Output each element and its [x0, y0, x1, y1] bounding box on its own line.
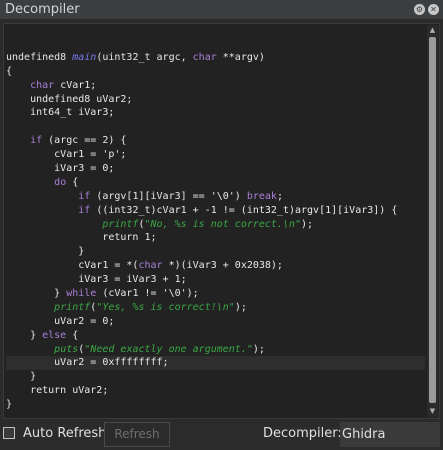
code-token-fn: main: [72, 51, 97, 63]
code-token-call: printf: [54, 301, 91, 313]
code-line[interactable]: undefined8 uVar2;: [6, 93, 425, 107]
decompiler-select[interactable]: Ghidra: [340, 422, 440, 447]
code-token-call: printf: [102, 218, 139, 230]
code-token: ((int32_t)cVar1 + -1 != (int32_t)argv[1]…: [90, 204, 398, 216]
code-token: iVar3 = 0;: [6, 163, 115, 175]
code-token-kw: break: [246, 190, 277, 202]
code-line[interactable]: if (argv[1][iVar3] == '\0') break;: [6, 190, 425, 204]
code-token: );: [234, 301, 247, 313]
title-bar: Decompiler ⚙ ✕: [0, 0, 443, 20]
code-line[interactable]: printf("No, %s is not correct.\n");: [6, 218, 425, 232]
refresh-button[interactable]: Refresh: [104, 422, 170, 447]
code-line[interactable]: {: [6, 65, 425, 79]
code-token-kw: char: [30, 79, 55, 91]
code-line[interactable]: [6, 120, 425, 134]
code-token: }: [6, 246, 85, 258]
code-token: cVar1 = 'p';: [6, 149, 127, 161]
code-token-str: "Need exactly one argument.": [84, 343, 253, 355]
code-token-kw: while: [66, 288, 97, 300]
code-token: );: [301, 218, 314, 230]
code-line[interactable]: undefined8 main(uint32_t argc, char **ar…: [6, 51, 425, 65]
code-token-kw: if: [30, 135, 43, 147]
code-line[interactable]: cVar1 = *(char *)(iVar3 + 0x2038);: [6, 259, 425, 273]
code-token: *)(iVar3 + 0x2038);: [162, 260, 283, 272]
code-token: {: [66, 176, 79, 188]
code-token: ;: [276, 190, 283, 202]
code-line[interactable]: [6, 37, 425, 51]
code-token: }: [6, 399, 13, 411]
decompiler-label: Decompiler:: [263, 426, 342, 441]
code-token-kw: do: [54, 176, 67, 188]
code-token-call: puts: [54, 343, 79, 355]
code-token: undefined8 uVar2;: [6, 93, 133, 105]
window-title: Decompiler: [5, 2, 80, 17]
code-token: int64_t iVar3;: [6, 107, 115, 119]
code-line[interactable]: if (argc == 2) {: [6, 134, 425, 148]
code-token: (cVar1 != '\0');: [96, 288, 199, 300]
code-token: (argc == 2) {: [42, 135, 127, 147]
code-view[interactable]: undefined8 main(uint32_t argc, char **ar…: [3, 23, 440, 419]
code-token: }: [6, 288, 67, 300]
code-token: (argv[1][iVar3] == '\0'): [90, 190, 247, 202]
scroll-down-icon[interactable]: ▼: [427, 406, 438, 417]
code-token: **argv): [216, 51, 265, 63]
code-token: }: [6, 329, 43, 341]
code-token-str: "No, %s is not correct.\n": [144, 218, 302, 230]
code-token: {: [66, 329, 79, 341]
auto-refresh-label: Auto Refresh: [23, 426, 107, 441]
code-line[interactable]: do {: [6, 176, 425, 190]
code-token: uVar2 = 0xffffffff;: [6, 357, 169, 369]
code-line[interactable]: } while (cVar1 != '\0');: [6, 287, 425, 301]
scroll-up-icon[interactable]: ▲: [427, 25, 438, 36]
code-token: uVar2 = 0;: [6, 315, 115, 327]
code-line[interactable]: }: [6, 370, 425, 384]
code-line[interactable]: }: [6, 245, 425, 259]
code-token-str: "Yes, %s is correct!\n": [96, 301, 235, 313]
code-line[interactable]: cVar1 = 'p';: [6, 148, 425, 162]
code-token: iVar3 = iVar3 + 1;: [6, 274, 187, 286]
code-token: cVar1;: [54, 79, 97, 91]
code-line[interactable]: int64_t iVar3;: [6, 106, 425, 120]
code-line[interactable]: return 1;: [6, 231, 425, 245]
code-token: }: [6, 371, 37, 383]
code-token: return uVar2;: [6, 385, 109, 397]
code-line[interactable]: } else {: [6, 329, 425, 343]
code-line[interactable]: uVar2 = 0;: [6, 315, 425, 329]
code-token: undefined8: [6, 51, 73, 63]
code-line[interactable]: char cVar1;: [6, 79, 425, 93]
settings-icon[interactable]: ⚙: [414, 4, 425, 15]
code-token-kw: char: [192, 51, 217, 63]
code-token: {: [6, 65, 13, 77]
vertical-scrollbar[interactable]: ▲ ▼: [427, 25, 438, 417]
code-line[interactable]: printf("Yes, %s is correct!\n");: [6, 301, 425, 315]
code-token-kw: else: [42, 329, 67, 341]
code-line[interactable]: }: [6, 398, 425, 412]
code-token-kw: if: [78, 204, 91, 216]
close-icon[interactable]: ✕: [428, 4, 439, 15]
code-line[interactable]: iVar3 = 0;: [6, 162, 425, 176]
code-line[interactable]: return uVar2;: [6, 384, 425, 398]
code-line[interactable]: uVar2 = 0xffffffff;: [6, 356, 425, 371]
code-token: (uint32_t argc,: [96, 51, 193, 63]
code-line[interactable]: puts("Need exactly one argument.");: [6, 343, 425, 357]
scrollbar-thumb[interactable]: [429, 37, 436, 403]
code-token: cVar1 = *(: [6, 260, 139, 272]
bottom-toolbar: Auto Refresh Refresh Decompiler: Ghidra: [0, 419, 443, 450]
code-token-kw: if: [78, 190, 91, 202]
decompiled-code: undefined8 main(uint32_t argc, char **ar…: [6, 37, 425, 412]
code-line[interactable]: iVar3 = iVar3 + 1;: [6, 273, 425, 287]
code-line[interactable]: if ((int32_t)cVar1 + -1 != (int32_t)argv…: [6, 204, 425, 218]
code-token: );: [252, 343, 265, 355]
auto-refresh-checkbox[interactable]: [3, 427, 15, 439]
code-token-kw: char: [138, 260, 163, 272]
code-token: return 1;: [6, 232, 157, 244]
